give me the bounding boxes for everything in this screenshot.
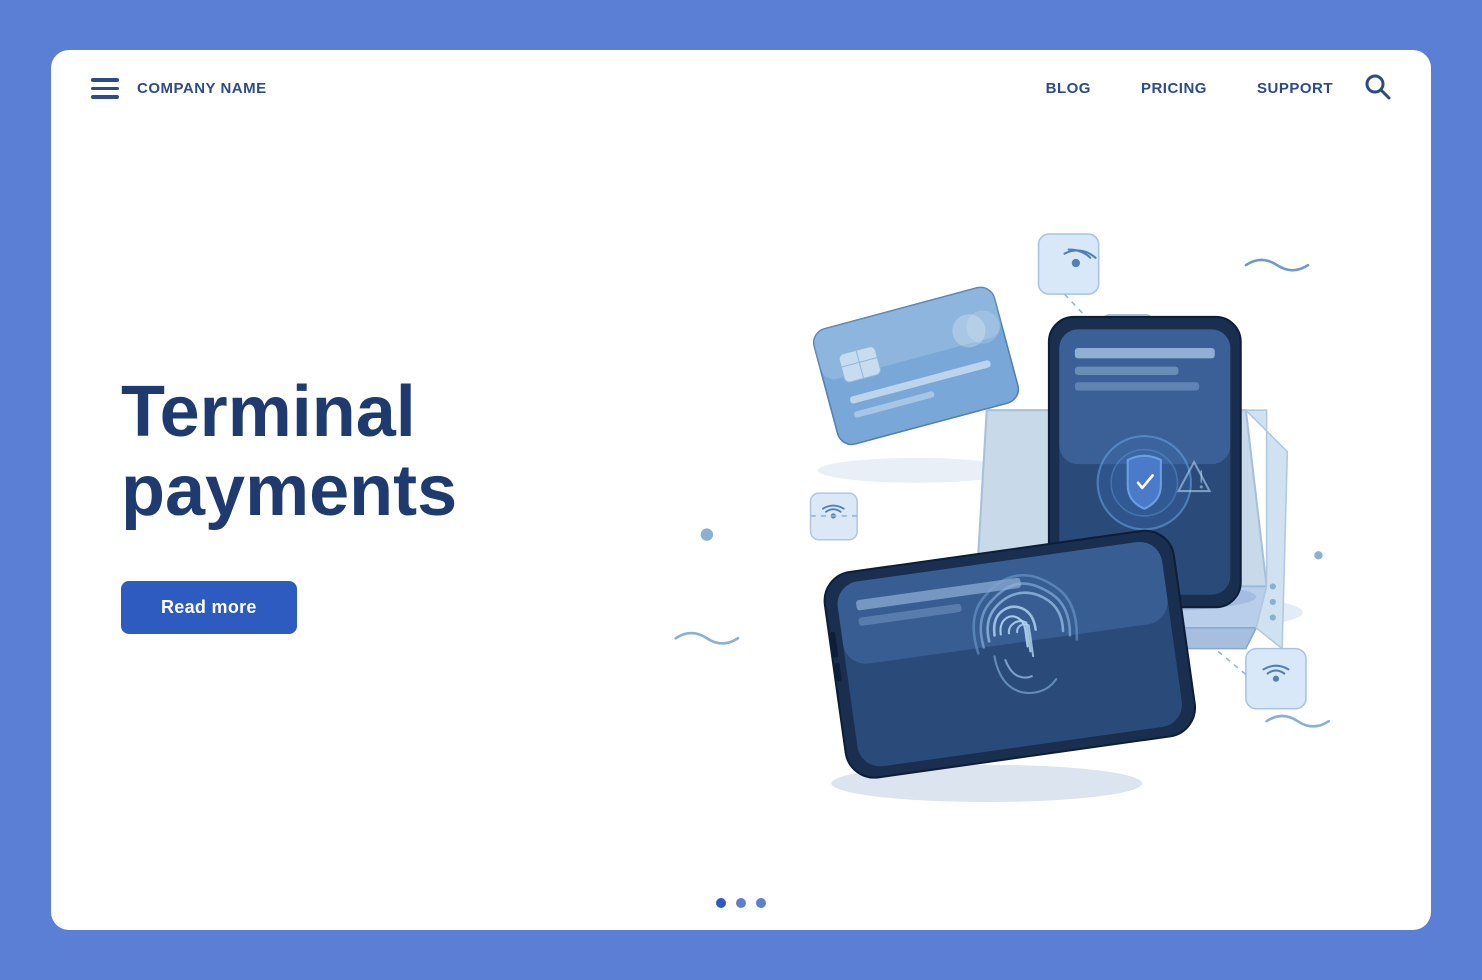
company-name: COMPANY NAME bbox=[137, 80, 267, 97]
hero-title: Terminal payments bbox=[121, 373, 541, 531]
illustration bbox=[541, 127, 1391, 880]
pagination-dot-1[interactable] bbox=[716, 898, 726, 908]
nav-links: BLOG PRICING SUPPORT bbox=[1046, 80, 1333, 97]
main-content: Terminal payments Read more bbox=[51, 127, 1431, 880]
search-icon[interactable] bbox=[1363, 72, 1391, 105]
pagination-dot-3[interactable] bbox=[756, 898, 766, 908]
pagination-dot-2[interactable] bbox=[736, 898, 746, 908]
nav-blog[interactable]: BLOG bbox=[1046, 80, 1091, 97]
nav-support[interactable]: SUPPORT bbox=[1257, 80, 1333, 97]
pagination-dots bbox=[51, 880, 1431, 930]
page-card: COMPANY NAME BLOG PRICING SUPPORT Termin… bbox=[51, 50, 1431, 930]
read-more-button[interactable]: Read more bbox=[121, 581, 297, 634]
navbar: COMPANY NAME BLOG PRICING SUPPORT bbox=[51, 50, 1431, 127]
nav-pricing[interactable]: PRICING bbox=[1141, 80, 1207, 97]
left-section: Terminal payments Read more bbox=[121, 373, 541, 634]
hamburger-menu-button[interactable] bbox=[91, 78, 119, 99]
hero-illustration bbox=[541, 127, 1391, 880]
